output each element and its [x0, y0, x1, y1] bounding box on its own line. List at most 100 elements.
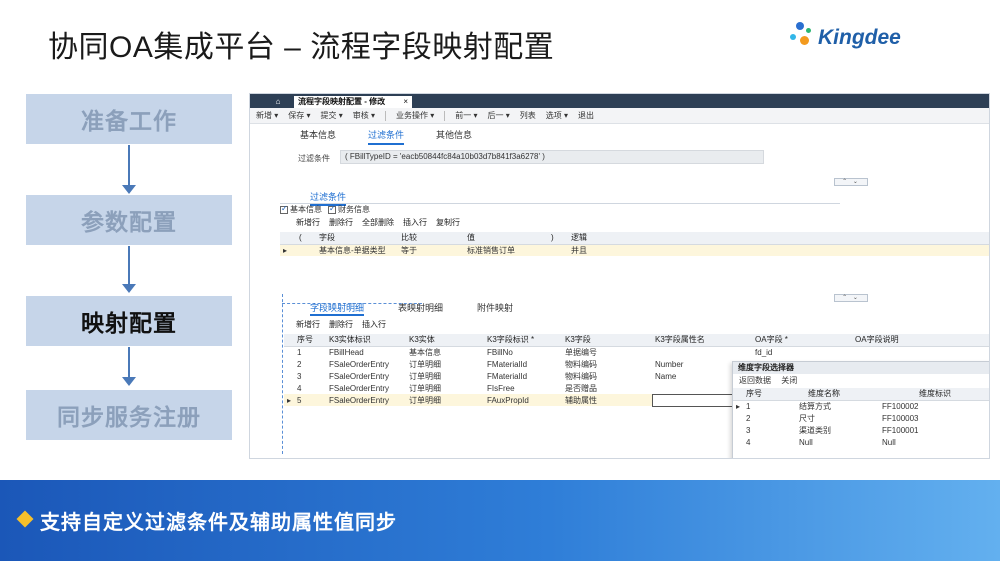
- cell-dimension-id[interactable]: FF100001: [879, 424, 989, 436]
- table-row[interactable]: 2 尺寸 FF100003: [733, 412, 989, 424]
- add-row-button[interactable]: 新增行: [296, 217, 320, 228]
- cell-dimension-name[interactable]: 渠道类别: [769, 424, 879, 436]
- row-marker-icon: ▸: [736, 401, 741, 411]
- toolbar-list-button[interactable]: 列表: [520, 110, 536, 121]
- cell-entity-id[interactable]: FSaleOrderEntry: [326, 382, 406, 394]
- cell-dimension-name[interactable]: 结算方式: [769, 400, 879, 412]
- return-data-button[interactable]: 返回数据: [739, 376, 771, 385]
- form-tabs: 基本信息 过滤条件 其他信息: [300, 128, 504, 145]
- insert-row-button[interactable]: 插入行: [362, 319, 386, 330]
- cell-field-id[interactable]: FBillNo: [484, 346, 562, 358]
- row-marker-header: [733, 388, 744, 401]
- table-row[interactable]: ▸ 基本信息-单据类型 等于 标准销售订单 并且: [280, 244, 989, 256]
- cell-entity-id[interactable]: FSaleOrderEntry: [326, 370, 406, 382]
- mapping-tabs: 字段映射明细 表映射明细 附件映射: [310, 301, 547, 316]
- cell-field-id[interactable]: FIsFree: [484, 382, 562, 394]
- cell-compare[interactable]: 等于: [398, 244, 464, 256]
- toolbar-save-button[interactable]: 保存 ▾: [288, 110, 310, 121]
- toolbar: 新增 ▾ 保存 ▾ 提交 ▾ 审核 ▾ 业务操作 ▾ 前一 ▾ 后一 ▾ 列表 …: [250, 108, 989, 124]
- toolbar-next-button[interactable]: 后一 ▾: [488, 110, 510, 121]
- table-row[interactable]: ▸ 1 结算方式 FF100002: [733, 400, 989, 412]
- tab-basic-info[interactable]: 基本信息: [300, 128, 336, 145]
- cell-field-id[interactable]: FMaterialId: [484, 370, 562, 382]
- cell-dimension-id[interactable]: Null: [879, 436, 989, 448]
- table-row[interactable]: 1 FBillHead 基本信息 FBillNo 单据编号 fd_id: [284, 346, 989, 358]
- slide-title: 协同OA集成平台 – 流程字段映射配置: [48, 31, 555, 64]
- cell-entity-id[interactable]: FSaleOrderEntry: [326, 394, 407, 406]
- tab-filter-condition[interactable]: 过滤条件: [368, 128, 405, 145]
- tab-field-mapping-detail[interactable]: 字段映射明细: [310, 301, 365, 316]
- toolbar-audit-button[interactable]: 审核 ▾: [353, 110, 375, 121]
- checkbox-basic-info[interactable]: [280, 204, 288, 214]
- cell-dimension-name[interactable]: 尺寸: [769, 412, 879, 424]
- cell-entity[interactable]: 订单明细: [406, 394, 485, 406]
- collapse-toggle[interactable]: ⌃ ⌄: [834, 178, 868, 186]
- tab-field-mapping[interactable]: 流程字段映射配置 - 修改 ×: [294, 96, 412, 108]
- cell-dimension-id[interactable]: FF100003: [879, 412, 989, 424]
- column-header: 序号: [294, 334, 327, 347]
- cell-entity-id[interactable]: FSaleOrderEntry: [326, 358, 406, 370]
- cell-field[interactable]: 基本信息-单据类型: [316, 244, 398, 256]
- cell-right-paren[interactable]: [548, 244, 568, 256]
- cell-entity-id[interactable]: FBillHead: [326, 346, 406, 358]
- cell-oa-field[interactable]: fd_id: [752, 346, 852, 358]
- cell-oa-desc[interactable]: [852, 346, 989, 358]
- cell-entity[interactable]: 基本信息: [406, 346, 484, 358]
- toolbar-new-button[interactable]: 新增 ▾: [256, 110, 278, 121]
- table-header-row: ( 字段 比较 值 ) 逻辑: [280, 232, 989, 245]
- collapse-toggle[interactable]: ⌃ ⌄: [834, 294, 868, 302]
- cell-left-paren[interactable]: [296, 244, 316, 256]
- filter-condition-field[interactable]: ( FBillTypeID = 'eacb50844fc84a10b03d7b8…: [340, 150, 764, 164]
- feature-banner: 支持自定义过滤条件及辅助属性值同步: [0, 480, 1000, 561]
- cell-prop[interactable]: [652, 346, 752, 358]
- cell-field[interactable]: 单据编号: [562, 346, 652, 358]
- cell-field-id[interactable]: FMaterialId: [484, 358, 562, 370]
- cell-seq: 1: [297, 347, 302, 357]
- delete-all-button[interactable]: 全部删除: [362, 217, 394, 228]
- cell-seq: 4: [746, 437, 751, 447]
- add-row-button[interactable]: 新增行: [296, 319, 320, 330]
- tab-other-info[interactable]: 其他信息: [436, 128, 472, 145]
- toolbar-business-button[interactable]: 业务操作 ▾: [396, 110, 434, 121]
- cell-entity[interactable]: 订单明细: [406, 358, 484, 370]
- logo-dot-icon: [806, 28, 811, 33]
- cell-value[interactable]: 标准销售订单: [464, 244, 548, 256]
- cell-dimension-id[interactable]: FF100002: [879, 400, 989, 412]
- checkbox-finance-info[interactable]: [328, 204, 336, 214]
- tab-table-mapping-detail[interactable]: 表映射明细: [398, 301, 443, 316]
- tab-attachment-mapping[interactable]: 附件映射: [477, 301, 513, 316]
- delete-row-button[interactable]: 删除行: [329, 217, 353, 228]
- copy-row-button[interactable]: 复制行: [436, 217, 460, 228]
- cell-logic[interactable]: 并且: [568, 244, 989, 256]
- home-icon[interactable]: ⌂: [268, 96, 288, 108]
- cell-field[interactable]: 是否赠品: [562, 382, 652, 394]
- cell-field[interactable]: 物料编码: [562, 358, 652, 370]
- step-mapping: 映射配置: [26, 296, 232, 346]
- cell-field-id[interactable]: FAuxPropId: [484, 394, 563, 406]
- close-icon[interactable]: ×: [403, 96, 408, 108]
- down-arrow-icon: [122, 347, 136, 387]
- cell-dimension-name[interactable]: Null: [769, 436, 879, 448]
- table-header-row: 序号 维度名称 维度标识: [733, 388, 989, 401]
- cell-entity[interactable]: 订单明细: [406, 382, 484, 394]
- cell-field[interactable]: 物料编码: [562, 370, 652, 382]
- column-header: OA字段 *: [752, 334, 853, 347]
- delete-row-button[interactable]: 删除行: [329, 319, 353, 330]
- close-button[interactable]: 关闭: [781, 376, 797, 385]
- diamond-bullet-icon: [16, 510, 34, 528]
- cell-seq: 4: [297, 383, 302, 393]
- cell-field[interactable]: 辅助属性: [562, 394, 653, 406]
- cell-entity[interactable]: 订单明细: [406, 370, 484, 382]
- table-row[interactable]: 4 Null Null: [733, 436, 989, 448]
- column-header: (: [296, 232, 316, 245]
- cell-seq: 3: [746, 425, 751, 435]
- insert-row-button[interactable]: 插入行: [403, 217, 427, 228]
- table-row[interactable]: 3 渠道类别 FF100001: [733, 424, 989, 436]
- toolbar-prev-button[interactable]: 前一 ▾: [455, 110, 477, 121]
- column-header: 逻辑: [568, 232, 989, 245]
- row-marker-header: [280, 232, 296, 245]
- toolbar-exit-button[interactable]: 退出: [578, 110, 594, 121]
- row-marker-icon: [733, 412, 743, 424]
- toolbar-submit-button[interactable]: 提交 ▾: [321, 110, 343, 121]
- toolbar-options-button[interactable]: 选项 ▾: [546, 110, 568, 121]
